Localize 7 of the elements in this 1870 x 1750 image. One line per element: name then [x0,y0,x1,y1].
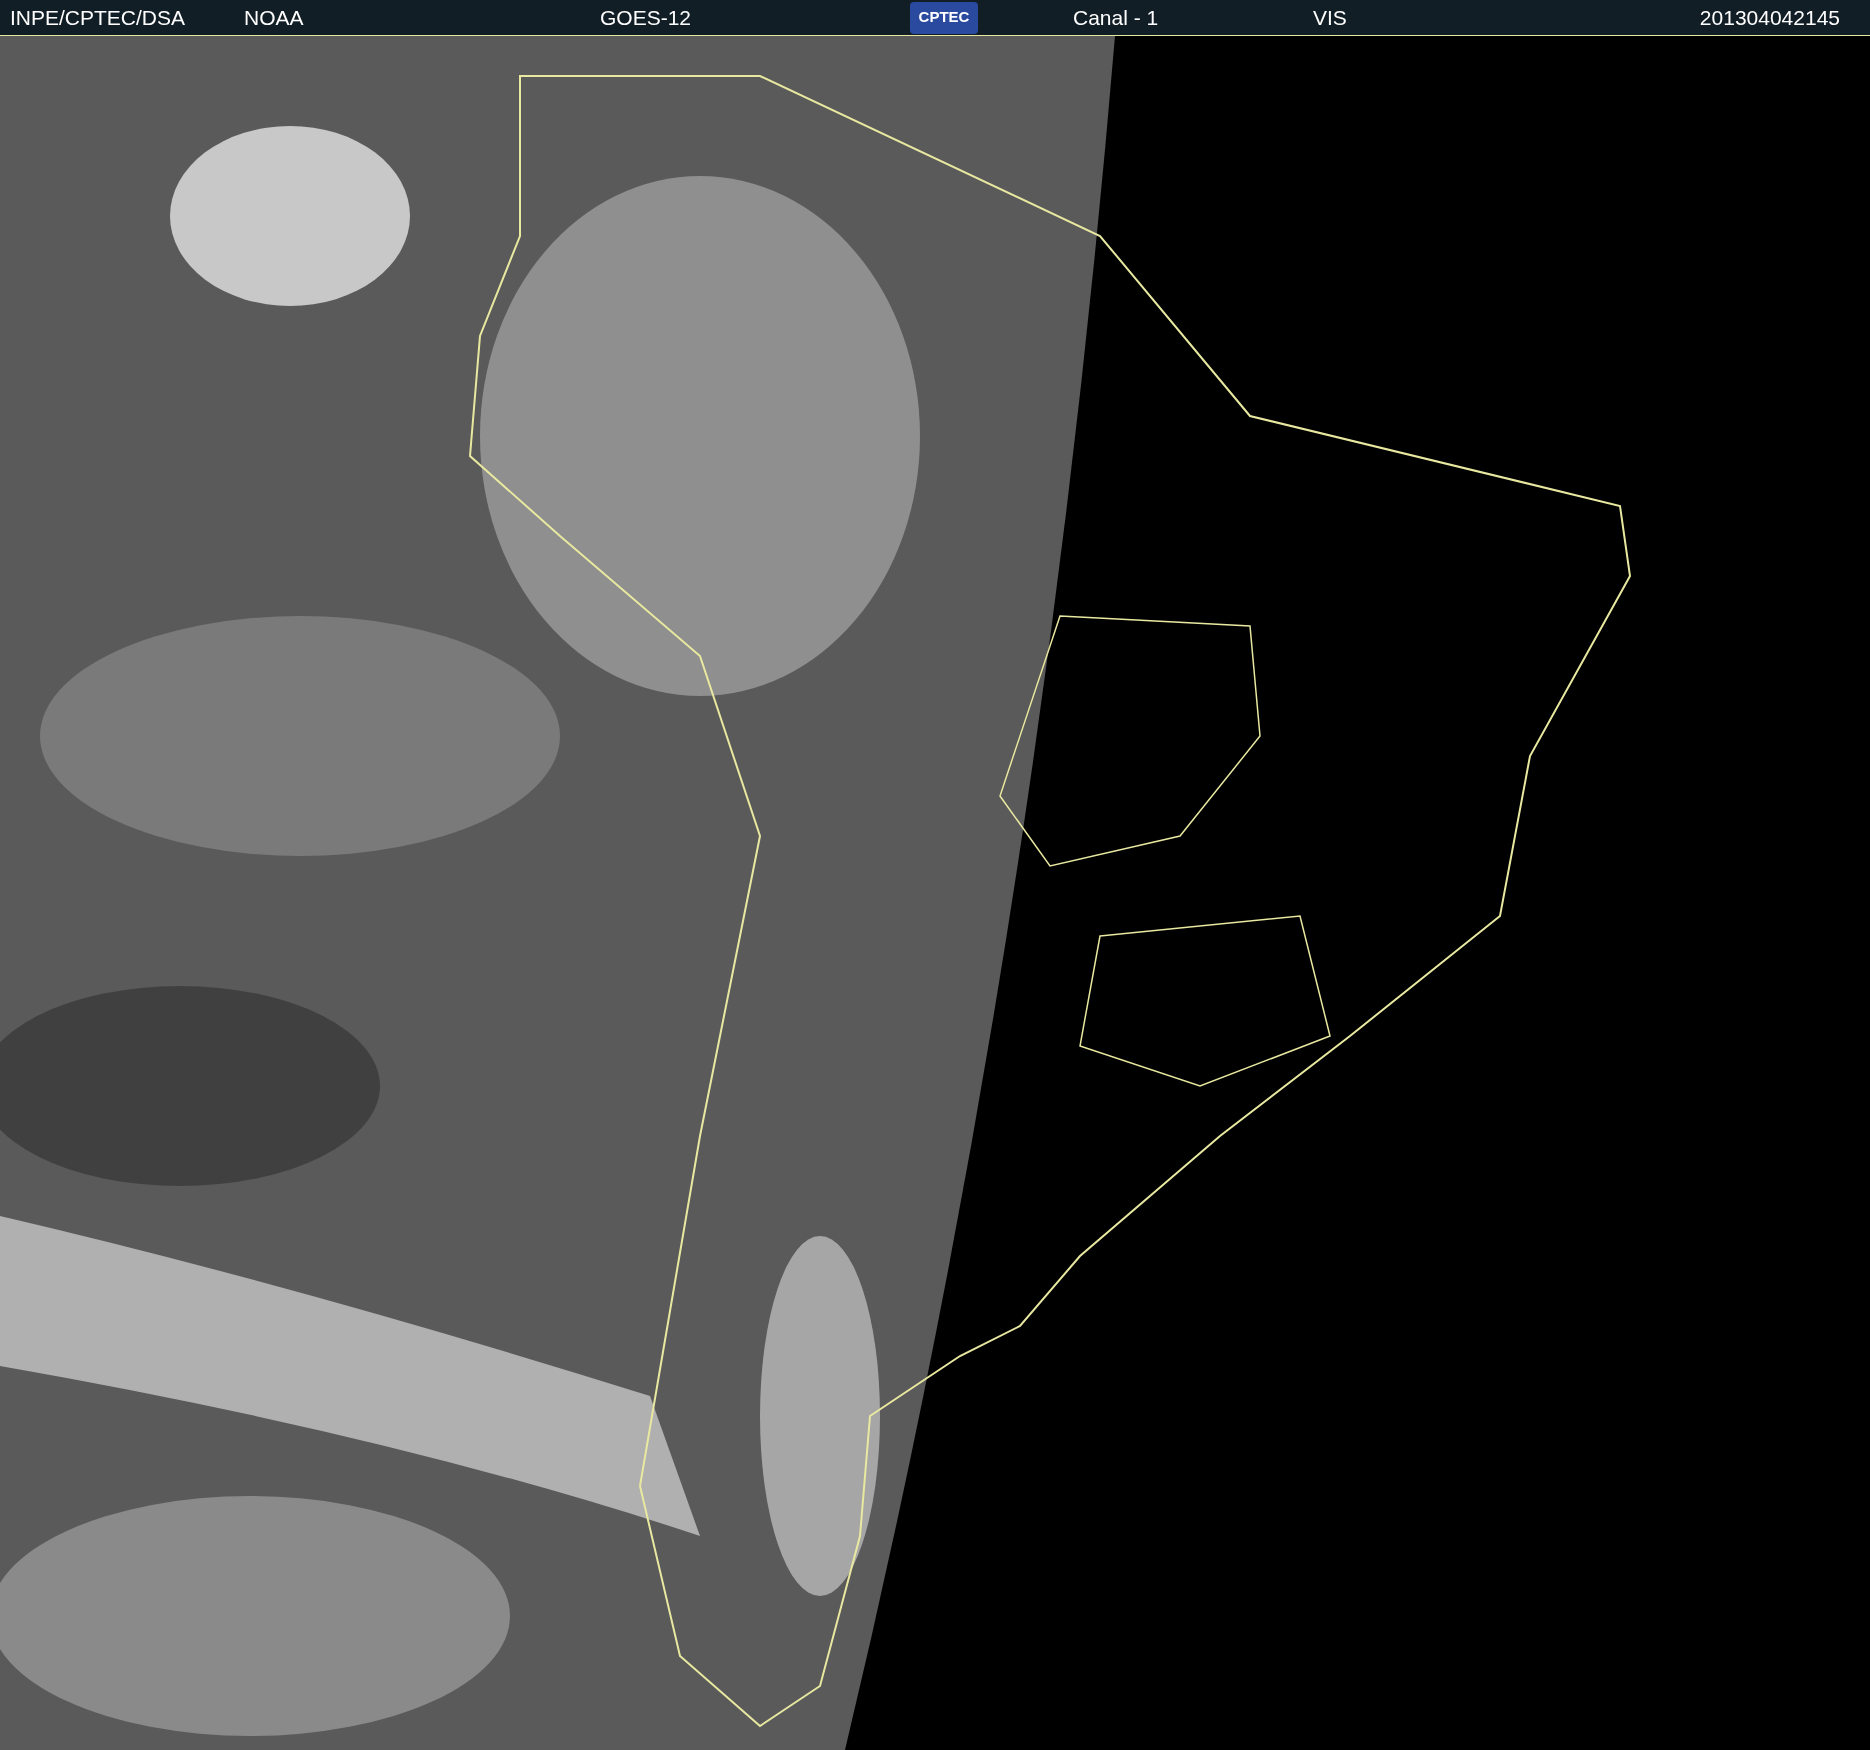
source-label: INPE/CPTEC/DSA [10,4,187,31]
channel-label: Canal - 1 [1073,4,1160,31]
timestamp-label: 201304042145 [1699,4,1840,31]
agency-label: NOAA [244,4,305,31]
logo: CPTEC [910,1,978,34]
satellite-label: GOES-12 [600,4,693,31]
band-label: VIS [1313,4,1348,31]
